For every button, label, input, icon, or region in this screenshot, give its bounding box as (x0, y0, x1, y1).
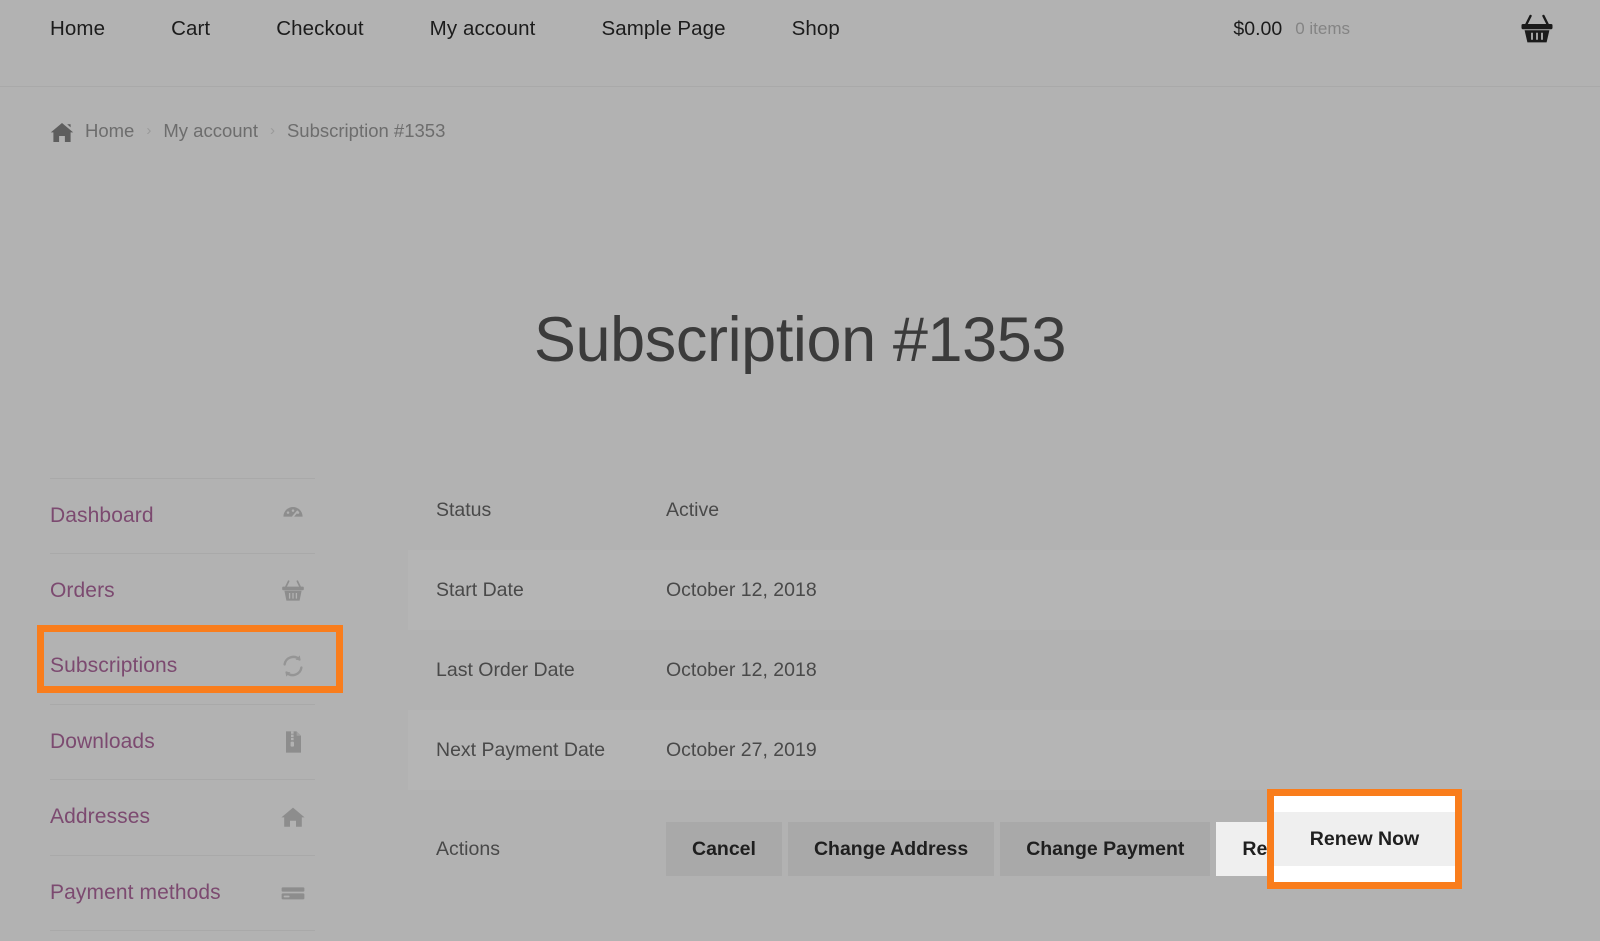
nav-item-sample-page[interactable]: Sample Page (601, 17, 725, 41)
nav-item-home[interactable]: Home (50, 17, 105, 41)
row-value: October 27, 2019 (666, 738, 817, 761)
home-icon (281, 807, 305, 828)
table-row: Start Date October 12, 2018 (408, 550, 1600, 630)
change-address-button[interactable]: Change Address (787, 822, 995, 876)
sidebar-item-label: Orders (50, 578, 115, 602)
sidebar-item-payment-methods[interactable]: Payment methods (50, 856, 315, 931)
row-label: Next Payment Date (436, 738, 606, 761)
sidebar-item-label: Dashboard (50, 503, 154, 527)
sidebar-item-label: Payment methods (50, 880, 221, 904)
actions-label: Actions (436, 837, 500, 860)
row-label: Status (436, 498, 492, 521)
row-label: Start Date (436, 578, 524, 601)
cart-total: $0.00 (1233, 17, 1283, 40)
action-buttons-group: Cancel Change Address Change Payment Ren… (666, 822, 1600, 876)
nav-item-shop[interactable]: Shop (792, 17, 840, 41)
breadcrumb-item-current: Subscription #1353 (286, 120, 446, 141)
site-header: Home Cart Checkout My account Sample Pag… (0, 0, 1600, 87)
sidebar-item-label: Subscriptions (50, 654, 178, 678)
table-row: Next Payment Date October 27, 2019 (408, 710, 1600, 790)
breadcrumb-item-my-account[interactable]: My account (163, 120, 258, 142)
breadcrumb-separator: › (146, 121, 152, 139)
sidebar-item-subscriptions[interactable]: Subscriptions (50, 629, 315, 705)
page-title: Subscription #1353 (533, 305, 1067, 376)
row-value: October 12, 2018 (666, 578, 817, 601)
cart-summary[interactable]: $0.00 0 items (1233, 14, 1554, 44)
row-value: October 12, 2018 (666, 658, 817, 681)
sidebar-item-downloads[interactable]: Downloads (50, 705, 315, 780)
primary-navigation: Home Cart Checkout My account Sample Pag… (50, 17, 840, 41)
basket-icon (282, 580, 304, 601)
breadcrumb-separator: › (269, 121, 275, 139)
actions-cell: Cancel Change Address Change Payment Ren… (666, 790, 1600, 908)
status-badge: Active (666, 498, 720, 521)
change-payment-button[interactable]: Change Payment (1000, 822, 1211, 876)
sidebar-item-dashboard[interactable]: Dashboard (50, 478, 315, 554)
table-row: Last Order Date October 12, 2018 (408, 630, 1600, 710)
nav-item-cart[interactable]: Cart (171, 17, 210, 41)
row-label: Last Order Date (436, 658, 575, 681)
renew-now-button[interactable]: Renew Now (1274, 812, 1455, 866)
zip-file-icon (286, 731, 301, 753)
account-sidebar-nav: Dashboard Orders Subscriptions Downloads… (50, 478, 315, 931)
sidebar-item-label: Downloads (50, 729, 155, 753)
sidebar-item-addresses[interactable]: Addresses (50, 780, 315, 856)
shopping-basket-icon[interactable] (1520, 14, 1554, 44)
dashboard-gauge-icon (283, 506, 303, 518)
breadcrumb-item-home[interactable]: Home (85, 120, 134, 142)
page-root: Home Cart Checkout My account Sample Pag… (0, 0, 1600, 941)
sidebar-item-label: Addresses (50, 805, 151, 829)
breadcrumb: Home › My account › Subscription #1353 (50, 120, 445, 142)
cart-item-count: 0 items (1295, 19, 1350, 38)
home-icon (50, 122, 74, 142)
cancel-button[interactable]: Cancel (666, 822, 782, 876)
sidebar-item-orders[interactable]: Orders (50, 554, 315, 629)
nav-item-my-account[interactable]: My account (430, 17, 536, 41)
table-row: Status Active (408, 470, 1600, 550)
refresh-sync-icon (283, 655, 303, 677)
credit-card-icon (281, 887, 305, 900)
nav-item-checkout[interactable]: Checkout (276, 17, 363, 41)
